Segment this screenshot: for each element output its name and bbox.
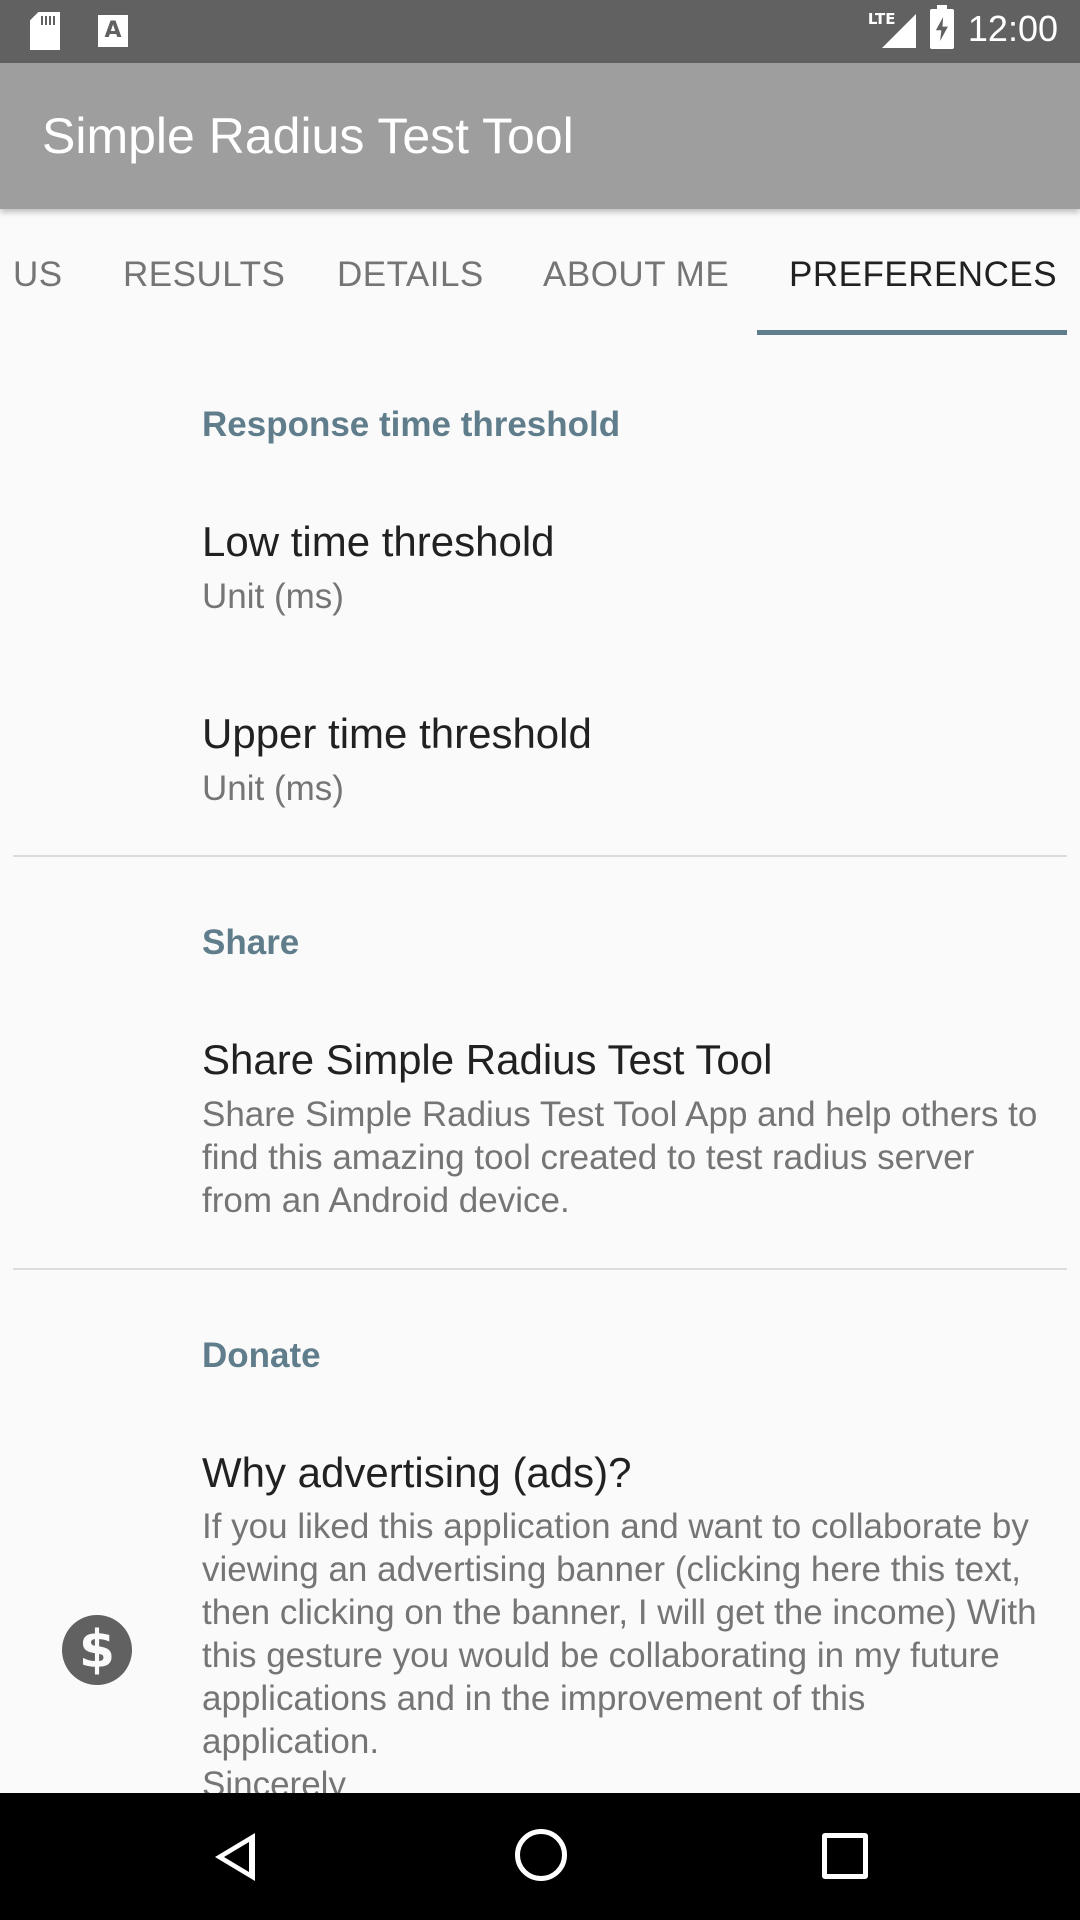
category-response-time: Response time threshold: [202, 405, 621, 444]
pref-ads-summary: If you liked this application and want t…: [202, 1505, 1042, 1793]
tab-bar: US RESULTS DETAILS ABOUT ME PREFERENCES: [0, 209, 1080, 335]
recent-apps-icon[interactable]: [822, 1833, 868, 1879]
tab-status[interactable]: US: [13, 255, 63, 295]
app-title: Simple Radius Test Tool: [42, 108, 574, 164]
app-bar: Simple Radius Test Tool: [0, 63, 1080, 209]
status-bar: A LTE 12:00: [0, 0, 1080, 63]
pref-share-summary: Share Simple Radius Test Tool App and he…: [202, 1095, 1038, 1220]
tab-results[interactable]: RESULTS: [123, 255, 285, 295]
pref-upper-threshold-title: Upper time threshold: [202, 710, 592, 757]
category-share: Share: [202, 923, 300, 962]
pref-upper-threshold-summary: Unit (ms): [202, 769, 344, 808]
divider: [13, 1268, 1067, 1270]
lte-signal-icon: LTE: [868, 8, 916, 50]
tab-about-me[interactable]: ABOUT ME: [543, 255, 729, 295]
navigation-bar: [0, 1793, 1080, 1920]
preferences-list[interactable]: Response time threshold Low time thresho…: [0, 335, 1080, 1793]
divider: [13, 855, 1067, 857]
home-icon[interactable]: [515, 1829, 567, 1881]
category-donate: Donate: [202, 1336, 321, 1375]
pref-low-threshold-summary: Unit (ms): [202, 577, 344, 616]
tab-preferences[interactable]: PREFERENCES: [789, 255, 1057, 295]
pref-low-threshold-title: Low time threshold: [202, 518, 555, 565]
pref-ads-title: Why advertising (ads)?: [202, 1449, 632, 1496]
sd-card-icon: [30, 12, 66, 52]
clock: 12:00: [967, 8, 1058, 49]
screen: A LTE 12:00 Simple Radius Test Tool US R…: [0, 0, 1080, 1920]
back-icon[interactable]: [215, 1833, 255, 1881]
battery-charging-icon: [929, 5, 954, 49]
a-notification-icon: A: [98, 12, 134, 52]
pref-share-title: Share Simple Radius Test Tool: [202, 1036, 773, 1083]
dollar-icon: $: [62, 1615, 132, 1685]
pref-ads-summary-text: If you liked this application and want t…: [202, 1507, 1037, 1761]
pref-ads-summary-tail: Sincerely: [202, 1765, 346, 1793]
tab-details[interactable]: DETAILS: [337, 255, 484, 295]
